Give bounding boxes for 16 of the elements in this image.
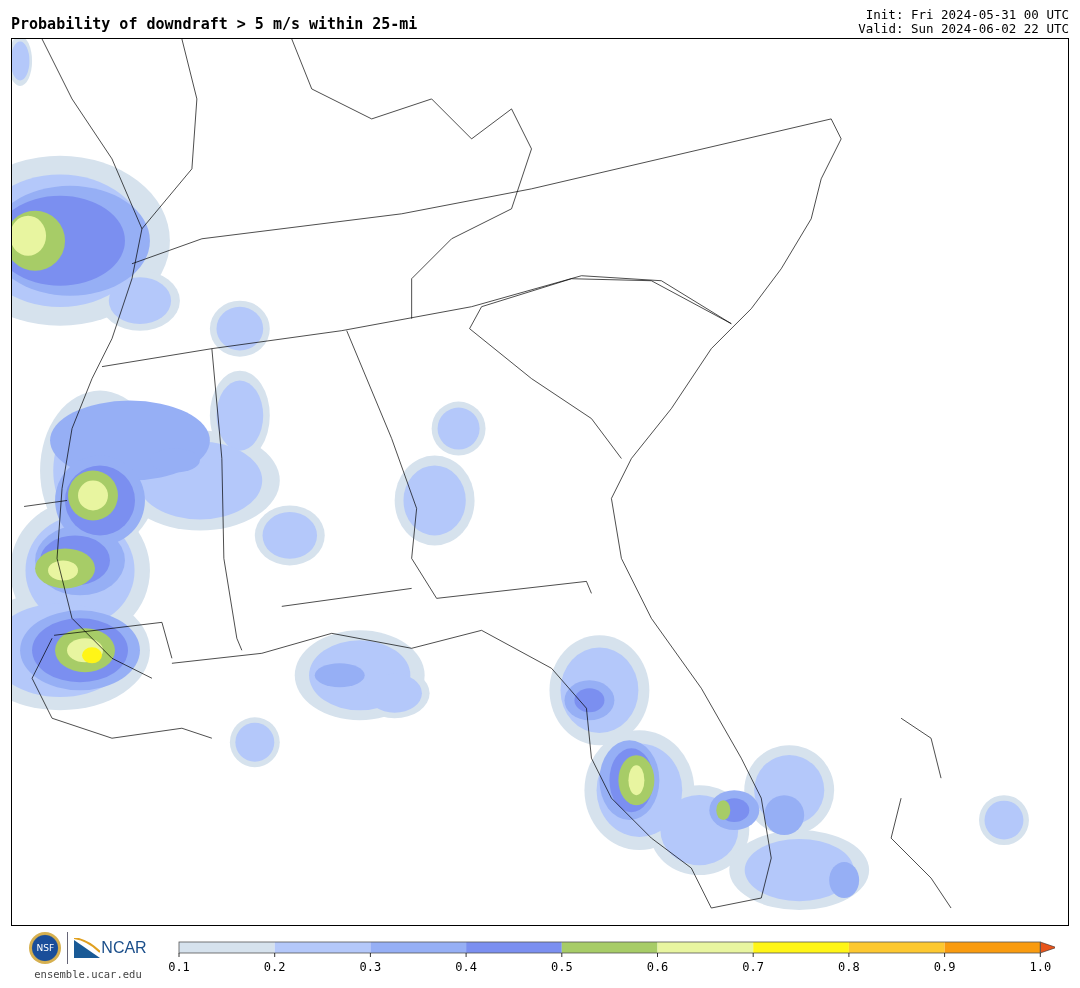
tick-label: 0.7	[742, 960, 765, 974]
ncar-logo: NCAR	[74, 938, 147, 958]
init-time: Init: Fri 2024-05-31 00 UTC	[865, 8, 1069, 22]
tick-label: 0.3	[359, 960, 382, 974]
map-title: Probability of downdraft > 5 m/s within 25-mi	[11, 15, 418, 35]
tick-label: 1.0	[1029, 960, 1052, 974]
tick-label: 0.5	[550, 960, 573, 974]
nsf-logo: NSF	[29, 932, 62, 964]
valid-time: Valid: Sun 2024-06-02 22 UTC	[858, 22, 1069, 36]
tick-label: 0.9	[933, 960, 956, 974]
tick-label: 0.4	[455, 960, 477, 974]
tick-label: 0.2	[263, 960, 286, 974]
tick-label: 0.1	[168, 960, 190, 974]
website-url: ensemble.ucar.edu	[34, 968, 142, 980]
tick-label: 0.8	[838, 960, 860, 974]
tick-label: 0.6	[646, 960, 669, 974]
